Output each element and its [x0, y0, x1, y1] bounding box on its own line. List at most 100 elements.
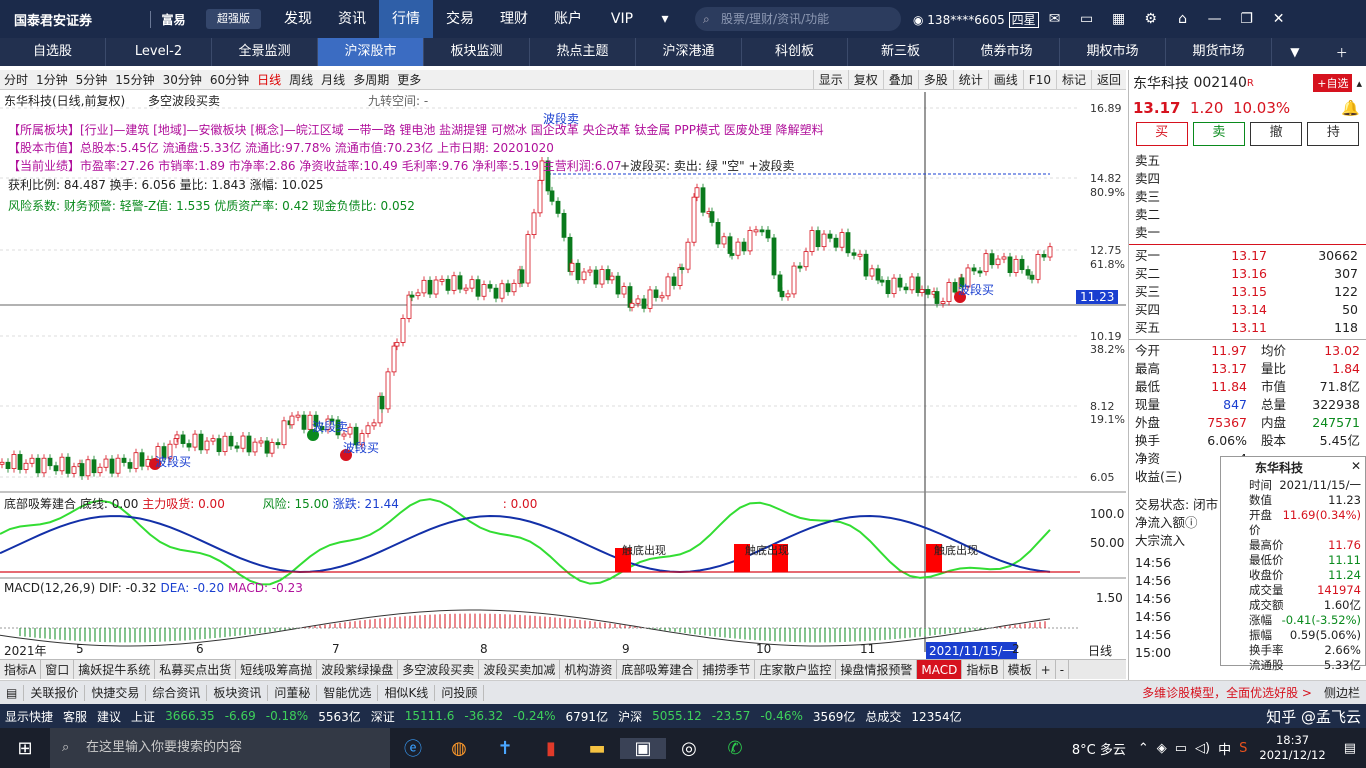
indicator-tab-6[interactable]: 多空波段买卖 — [398, 660, 480, 679]
nav-tab-11[interactable]: 期货市场 — [1166, 38, 1272, 66]
chart-tool-7[interactable]: 标记 — [1055, 70, 1091, 90]
indicator-tab-7[interactable]: 波段买卖加减 — [479, 660, 561, 679]
nav-tab-3[interactable]: 沪深股市 — [318, 38, 424, 66]
chart-tool-2[interactable]: 叠加 — [882, 70, 918, 90]
top-menu-5[interactable]: 账户 — [541, 0, 595, 38]
chevron-down-icon[interactable]: ▾ — [649, 11, 681, 27]
chart-tool-0[interactable]: 显示 — [812, 70, 848, 90]
bottom-tab-1[interactable]: 快捷交易 — [85, 684, 147, 701]
indicator-tab-11[interactable]: 庄家散户监控 — [755, 660, 837, 679]
mail-icon[interactable]: ✉ — [1039, 11, 1071, 27]
indicator-tab-14[interactable]: 指标B — [962, 660, 1004, 679]
taskbar-search[interactable]: ⌕ 在这里输入你要搜索的内容 — [50, 728, 390, 768]
add-watchlist-button[interactable]: +自选 — [1313, 74, 1353, 92]
volume-icon[interactable]: ◁) — [1191, 741, 1214, 756]
nav-tab-7[interactable]: 科创板 — [742, 38, 848, 66]
nav-tab-1[interactable]: Level-2 — [106, 38, 212, 66]
chart-tool-8[interactable]: 返回 — [1090, 70, 1126, 90]
indicator-tab-12[interactable]: 操盘情报预警 — [836, 660, 918, 679]
bell-icon[interactable]: 🔔 — [1341, 99, 1360, 117]
nav-tab-8[interactable]: 新三板 — [848, 38, 954, 66]
search-input[interactable]: ⌕ 股票/理财/资讯/功能 — [695, 7, 901, 31]
top-menu-1[interactable]: 资讯 — [325, 0, 379, 38]
edge-icon[interactable]: ⓔ — [390, 735, 436, 761]
period-tab-7[interactable]: 周线 — [285, 71, 317, 88]
office-icon[interactable]: ▮ — [528, 738, 574, 759]
trade-button-2[interactable]: 撤 — [1250, 122, 1303, 146]
indicator-tab-13[interactable]: MACD — [917, 660, 963, 679]
top-menu-4[interactable]: 理财 — [487, 0, 541, 38]
period-tab-1[interactable]: 1分钟 — [32, 71, 72, 88]
nav-tab-10[interactable]: 期权市场 — [1060, 38, 1166, 66]
nav-tab-0[interactable]: 自选股 — [0, 38, 106, 66]
scroll-icon[interactable]: ▴ — [1356, 77, 1362, 90]
nav-tab-2[interactable]: 全景监测 — [212, 38, 318, 66]
nav-tab-6[interactable]: 沪深港通 — [636, 38, 742, 66]
chart-tool-4[interactable]: 统计 — [952, 70, 988, 90]
weather[interactable]: 8°C 多云 — [1064, 739, 1134, 758]
promo-link[interactable]: 多维诊股模型，全面优选好股 > — [1136, 685, 1318, 701]
suggest-button[interactable]: 建议 — [92, 708, 126, 725]
monitor-icon[interactable]: ▭ — [1071, 11, 1103, 27]
service-button[interactable]: 客服 — [58, 708, 92, 725]
period-tab-3[interactable]: 15分钟 — [111, 71, 158, 88]
indicator-tab-17[interactable]: - — [1056, 660, 1070, 679]
period-tab-2[interactable]: 5分钟 — [72, 71, 112, 88]
chart-tool-1[interactable]: 复权 — [847, 70, 883, 90]
indicator-tab-5[interactable]: 波段紫绿操盘 — [317, 660, 399, 679]
top-menu-3[interactable]: 交易 — [433, 0, 487, 38]
shield-icon[interactable]: ◈ — [1153, 741, 1171, 756]
period-tab-8[interactable]: 月线 — [317, 71, 349, 88]
gear-icon[interactable]: ⚙ — [1135, 11, 1167, 27]
chart-tool-5[interactable]: 画线 — [987, 70, 1023, 90]
windows-start-icon[interactable]: ⊞ — [0, 738, 50, 759]
bottom-tab-5[interactable]: 智能优选 — [317, 684, 379, 701]
period-tab-0[interactable]: 分时 — [0, 71, 32, 88]
user-account[interactable]: ◉ 138****6605 四星 — [913, 11, 1039, 28]
trade-button-3[interactable]: 持 — [1307, 122, 1360, 146]
chart-tool-6[interactable]: F10 — [1022, 70, 1056, 90]
shirt-icon[interactable]: ⌂ — [1167, 11, 1199, 27]
notification-icon[interactable]: ▤ — [1334, 741, 1366, 756]
restore-icon[interactable]: ❐ — [1231, 11, 1263, 27]
edition-badge[interactable]: 超强版 — [206, 9, 261, 29]
clock[interactable]: 18:37 2021/12/12 — [1251, 733, 1333, 763]
indicator-tab-10[interactable]: 捕捞季节 — [698, 660, 756, 679]
browser-icon[interactable]: ◍ — [436, 738, 482, 759]
bottom-tab-4[interactable]: 问董秘 — [268, 684, 318, 701]
indicator-tab-3[interactable]: 私募买点出货 — [155, 660, 237, 679]
period-tab-6[interactable]: 日线 — [253, 71, 285, 88]
indicator-tab-16[interactable]: + — [1037, 660, 1056, 679]
bottom-tab-2[interactable]: 综合资讯 — [146, 684, 208, 701]
apps-icon[interactable]: ▦ — [1103, 11, 1135, 27]
minimize-icon[interactable]: — — [1199, 11, 1231, 27]
indicator-tab-8[interactable]: 机构游资 — [560, 660, 618, 679]
grid-icon[interactable]: ▤ — [0, 684, 25, 701]
period-tab-9[interactable]: 多周期 — [349, 71, 393, 88]
nav-tab-5[interactable]: 热点主题 — [530, 38, 636, 66]
period-tab-4[interactable]: 30分钟 — [159, 71, 206, 88]
period-tab-5[interactable]: 60分钟 — [206, 71, 253, 88]
add-icon[interactable]: ＋ — [1336, 44, 1348, 61]
indicator-tab-15[interactable]: 模板 — [1004, 660, 1037, 679]
indicator-tab-2[interactable]: 擒妖捉牛系统 — [74, 660, 156, 679]
wechat-icon[interactable]: ✆ — [712, 738, 758, 759]
info-icon[interactable]: ⓘ — [1185, 514, 1198, 532]
richeasy-taskbar-icon[interactable]: ▣ — [620, 737, 666, 759]
top-menu-0[interactable]: 发现 — [271, 0, 325, 38]
nav-more-icon[interactable]: ▼ — [1290, 45, 1299, 59]
trade-button-1[interactable]: 卖 — [1192, 122, 1245, 146]
bottom-tab-6[interactable]: 相似K线 — [378, 684, 436, 701]
bottom-tab-0[interactable]: 关联报价 — [24, 684, 86, 701]
app-icon[interactable]: ✝ — [482, 738, 528, 759]
kline-chart[interactable]: 16.89 14.82 80.9% 12.75 61.8% 10.19 38.2% 8.12 1… — [0, 92, 1126, 659]
bottom-tab-3[interactable]: 板块资讯 — [207, 684, 269, 701]
indicator-tab-1[interactable]: 窗口 — [41, 660, 75, 679]
indicator-tab-0[interactable]: 指标A — [0, 660, 42, 679]
top-menu-2[interactable]: 行情 — [379, 0, 433, 38]
ime-indicator[interactable]: 中 — [1214, 739, 1235, 758]
chart-tool-3[interactable]: 多股 — [917, 70, 953, 90]
indicator-tab-4[interactable]: 短线吸筹高抛 — [236, 660, 318, 679]
bottom-tab-7[interactable]: 问投顾 — [435, 684, 485, 701]
close-icon[interactable]: ✕ — [1263, 11, 1295, 27]
